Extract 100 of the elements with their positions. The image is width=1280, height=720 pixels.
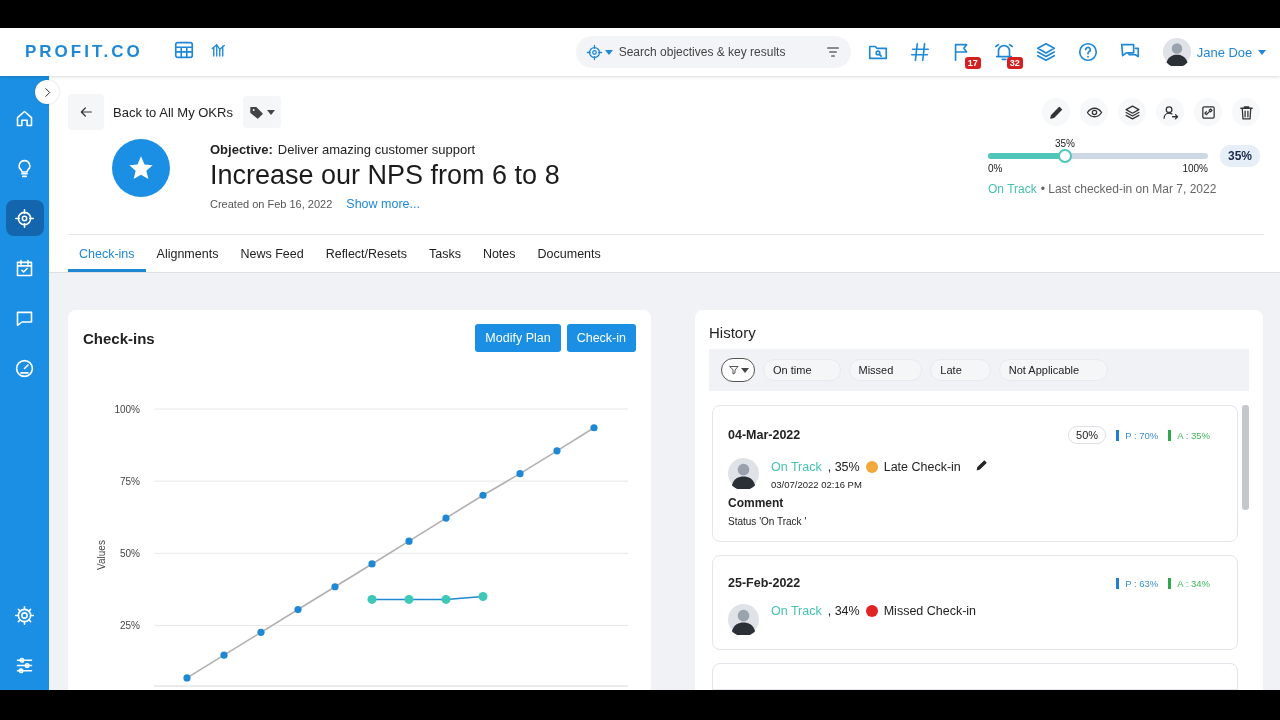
- user-transfer-icon: [1161, 103, 1179, 121]
- percent-text: , 35%: [827, 459, 860, 474]
- count-badge: 17: [964, 57, 981, 69]
- tag-button[interactable]: [242, 96, 281, 128]
- search-input[interactable]: Search objectives & key results: [618, 45, 819, 59]
- edit-icon[interactable]: [974, 458, 989, 472]
- caret-icon: [604, 49, 613, 55]
- checkin-type: Late Check-in: [883, 459, 961, 474]
- filter-chip[interactable]: Missed: [848, 359, 923, 381]
- timestamp: 03/07/2022 02:16 PM: [771, 479, 863, 490]
- link-button[interactable]: [1194, 98, 1222, 126]
- target-icon[interactable]: [585, 43, 603, 61]
- hashtag-icon[interactable]: [908, 41, 931, 63]
- filter-chip[interactable]: Late: [930, 359, 991, 381]
- last-checkin: • Last checked-in on Mar 7, 2022: [1040, 182, 1217, 196]
- parent-objective: Deliver amazing customer support: [277, 142, 476, 157]
- axis-tick-label: 50%: [120, 548, 140, 560]
- gauge-icon: [14, 357, 35, 379]
- data-point: [183, 674, 191, 682]
- progress-value: 35%: [1055, 138, 1075, 149]
- axis-tick-label: 25%: [120, 620, 140, 632]
- okr-title: Increase our NPS from 6 to 8: [210, 160, 560, 191]
- tab[interactable]: Alignments: [145, 238, 230, 272]
- data-point: [479, 491, 487, 499]
- user-transfer-button[interactable]: [1156, 98, 1184, 126]
- view-button[interactable]: [1080, 98, 1108, 126]
- entry-date: 04-Mar-2022: [728, 428, 801, 442]
- data-point: [368, 560, 376, 568]
- status-text: On Track: [771, 604, 822, 618]
- caret-icon: [1258, 49, 1267, 55]
- data-point: [220, 651, 228, 659]
- tab[interactable]: News Feed: [229, 238, 315, 272]
- avatar: [1162, 38, 1191, 66]
- layers-icon[interactable]: [1034, 41, 1057, 63]
- card-title: History: [709, 324, 757, 341]
- delete-button[interactable]: [1232, 98, 1260, 126]
- back-button[interactable]: [68, 94, 104, 130]
- axis-title: Values: [96, 540, 107, 570]
- percent-text: , 34%: [827, 604, 860, 618]
- data-point: [590, 424, 598, 432]
- actual-value: A : 35%: [1168, 429, 1210, 441]
- chart-icon[interactable]: [209, 41, 228, 59]
- avatar: [728, 458, 759, 489]
- planned-value: P : 70%: [1116, 429, 1159, 441]
- link-icon: [1199, 103, 1217, 121]
- status-text: On Track: [771, 459, 822, 474]
- created-date: Created on Feb 16, 2022: [210, 198, 333, 210]
- data-point: [553, 447, 561, 455]
- caret-icon: [740, 367, 749, 373]
- scrollbar[interactable]: [1242, 405, 1249, 510]
- layers-icon: [1123, 103, 1141, 121]
- data-point: [367, 594, 377, 604]
- expand-button[interactable]: [35, 80, 59, 104]
- search-field[interactable]: Search objectives & key results: [575, 36, 851, 68]
- caret-icon: [266, 109, 275, 115]
- progress-badge: 35%: [1219, 145, 1260, 167]
- delete-icon: [1237, 103, 1255, 121]
- actual-value: A : 34%: [1168, 577, 1210, 589]
- show-more-link[interactable]: Show more...: [346, 197, 420, 211]
- logo[interactable]: PROFIT.CO: [25, 42, 143, 62]
- comment-heading: Comment: [728, 496, 785, 510]
- calendar-check-icon: [14, 257, 35, 279]
- tab[interactable]: Tasks: [417, 238, 472, 272]
- filter-icon[interactable]: [824, 44, 841, 60]
- data-point: [294, 605, 302, 614]
- tag-icon: [248, 104, 264, 120]
- tab[interactable]: Reflect/Resets: [314, 238, 418, 272]
- scale-max: 100%: [1182, 163, 1208, 174]
- filter-chip[interactable]: Not Applicable: [998, 359, 1109, 381]
- back-arrow-icon: [78, 104, 94, 120]
- data-point: [405, 537, 413, 545]
- filter-chip[interactable]: On time: [763, 359, 841, 381]
- tab[interactable]: Notes: [471, 238, 527, 272]
- data-point: [442, 514, 450, 522]
- checkin-type: Missed Check-in: [883, 604, 977, 618]
- settings-icon: [14, 604, 35, 626]
- avatar: [728, 604, 759, 635]
- scale-min: 0%: [988, 163, 1003, 174]
- filter-icon: [727, 364, 740, 376]
- data-point: [478, 592, 488, 602]
- data-point: [257, 628, 265, 636]
- calendar-icon[interactable]: [172, 39, 195, 61]
- back-link[interactable]: Back to All My OKRs: [113, 104, 233, 120]
- comment-text: Status 'On Track ': [728, 516, 808, 527]
- help-icon[interactable]: [1076, 41, 1099, 63]
- target-icon: [14, 207, 35, 229]
- tab[interactable]: Documents: [526, 238, 612, 272]
- layers-button[interactable]: [1118, 98, 1146, 126]
- sidebar-item[interactable]: [5, 200, 44, 236]
- objective-label: Objective:: [210, 142, 273, 157]
- entry-date: 25-Feb-2022: [728, 576, 801, 590]
- status-text: On Track: [988, 182, 1037, 196]
- axis-tick-label: 100%: [114, 404, 140, 415]
- user-menu[interactable]: Jane Doe: [1162, 38, 1267, 66]
- data-point: [516, 470, 524, 478]
- planned-value: P : 63%: [1116, 577, 1159, 589]
- card-title: Check-ins: [83, 329, 155, 347]
- edit-button[interactable]: [1042, 98, 1070, 126]
- data-point: [404, 594, 414, 604]
- filter-button[interactable]: [721, 358, 755, 382]
